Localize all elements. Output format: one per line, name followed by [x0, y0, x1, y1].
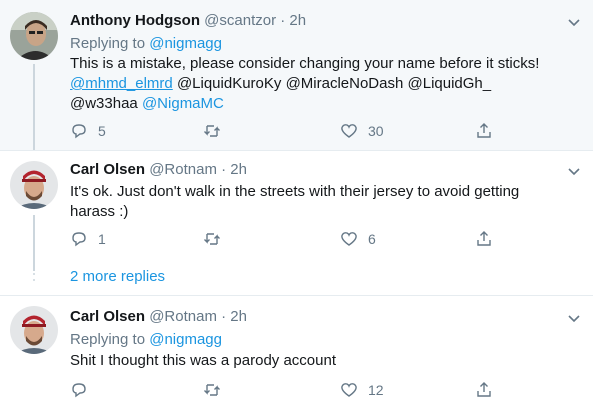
author-name[interactable]: Carl Olsen: [70, 308, 145, 325]
timestamp[interactable]: 2h: [230, 161, 247, 178]
mentions-line: @w33haa @NigmaMC: [70, 94, 224, 114]
share-button[interactable]: [475, 121, 493, 141]
replying-to-link[interactable]: @nigmagg: [149, 35, 222, 52]
replying-to-link[interactable]: @nigmagg: [149, 331, 222, 348]
tweet-text: Shit I thought this was a parody account: [70, 352, 336, 369]
author-name[interactable]: Carl Olsen: [70, 161, 145, 178]
reply-button[interactable]: 1: [70, 229, 106, 249]
share-icon: [477, 382, 491, 397]
like-button[interactable]: 12: [340, 380, 384, 400]
share-icon: [477, 231, 491, 246]
tweet-header: Carl Olsen @Rotnam · 2h: [70, 308, 247, 325]
tweet-actions: 5 30: [70, 121, 530, 141]
replying-label: Replying to: [70, 331, 146, 348]
replying-to: Replying to @nigmagg: [70, 330, 222, 350]
replying-label: Replying to: [70, 35, 146, 52]
retweet-button[interactable]: [203, 229, 231, 249]
separator: ·: [221, 161, 227, 178]
tweet-header: Anthony Hodgson @scantzor · 2h: [70, 12, 306, 29]
tweet-2[interactable]: Carl Olsen @Rotnam · 2h It's ok. Just do…: [0, 151, 593, 295]
avatar[interactable]: [10, 12, 58, 60]
replying-to: Replying to @nigmagg: [70, 34, 222, 54]
reply-count: 5: [98, 123, 106, 139]
chevron-down-icon[interactable]: [567, 314, 581, 324]
like-button[interactable]: 30: [340, 121, 384, 141]
retweet-icon: [204, 125, 220, 137]
tweet-text: It's ok. Just don't walk in the streets …: [70, 183, 520, 200]
mentions-line: @mhmd_elmrd @LiquidKuroKy @MiracleNoDash…: [70, 74, 491, 94]
tweet-header: Carl Olsen @Rotnam · 2h: [70, 161, 247, 178]
like-count: 30: [368, 123, 384, 139]
like-count: 12: [368, 382, 384, 398]
chevron-down-icon[interactable]: [567, 18, 581, 28]
separator: ·: [280, 12, 286, 29]
thread-line: [33, 215, 35, 271]
thread-line: [33, 64, 35, 150]
tweet-text: harass :): [70, 203, 129, 220]
reply-count: 1: [98, 231, 106, 247]
avatar[interactable]: [10, 161, 58, 209]
separator: ·: [221, 308, 227, 325]
author-name[interactable]: Anthony Hodgson: [70, 12, 200, 29]
mention-link[interactable]: @w33haa: [70, 95, 138, 112]
retweet-button[interactable]: [203, 380, 231, 400]
tweet-actions: 12: [70, 380, 530, 400]
tweet-1[interactable]: Anthony Hodgson @scantzor · 2h Replying …: [0, 0, 593, 150]
reply-button[interactable]: [70, 380, 98, 400]
author-handle[interactable]: @Rotnam: [149, 308, 217, 325]
tweet-text: This is a mistake, please consider chang…: [70, 55, 540, 72]
like-button[interactable]: 6: [340, 229, 376, 249]
share-button[interactable]: [475, 380, 493, 400]
reply-icon: [72, 383, 86, 398]
like-count: 6: [368, 231, 376, 247]
tweet-actions: 1 6: [70, 229, 530, 249]
mention-link[interactable]: @NigmaMC: [142, 95, 224, 112]
mention-link[interactable]: @MiracleNoDash: [286, 75, 404, 92]
tweet-3[interactable]: Carl Olsen @Rotnam · 2h Replying to @nig…: [0, 296, 593, 408]
mention-link[interactable]: @mhmd_elmrd: [70, 75, 173, 92]
author-handle[interactable]: @scantzor: [204, 12, 276, 29]
mention-link[interactable]: @LiquidKuroKy: [177, 75, 281, 92]
reply-icon: [72, 232, 86, 247]
reply-icon: [72, 124, 86, 139]
reply-button[interactable]: 5: [70, 121, 106, 141]
thread-dots: [32, 267, 36, 285]
share-icon: [477, 123, 491, 138]
timestamp[interactable]: 2h: [289, 12, 306, 29]
more-replies-link[interactable]: 2 more replies: [70, 267, 165, 287]
like-icon: [341, 124, 357, 138]
timestamp[interactable]: 2h: [230, 308, 247, 325]
mention-link[interactable]: @LiquidGh_: [408, 75, 492, 92]
chevron-down-icon[interactable]: [567, 167, 581, 177]
retweet-icon: [204, 233, 220, 245]
retweet-icon: [204, 384, 220, 396]
author-handle[interactable]: @Rotnam: [149, 161, 217, 178]
avatar[interactable]: [10, 306, 58, 354]
retweet-button[interactable]: [203, 121, 231, 141]
like-icon: [341, 383, 357, 397]
like-icon: [341, 232, 357, 246]
share-button[interactable]: [475, 229, 493, 249]
